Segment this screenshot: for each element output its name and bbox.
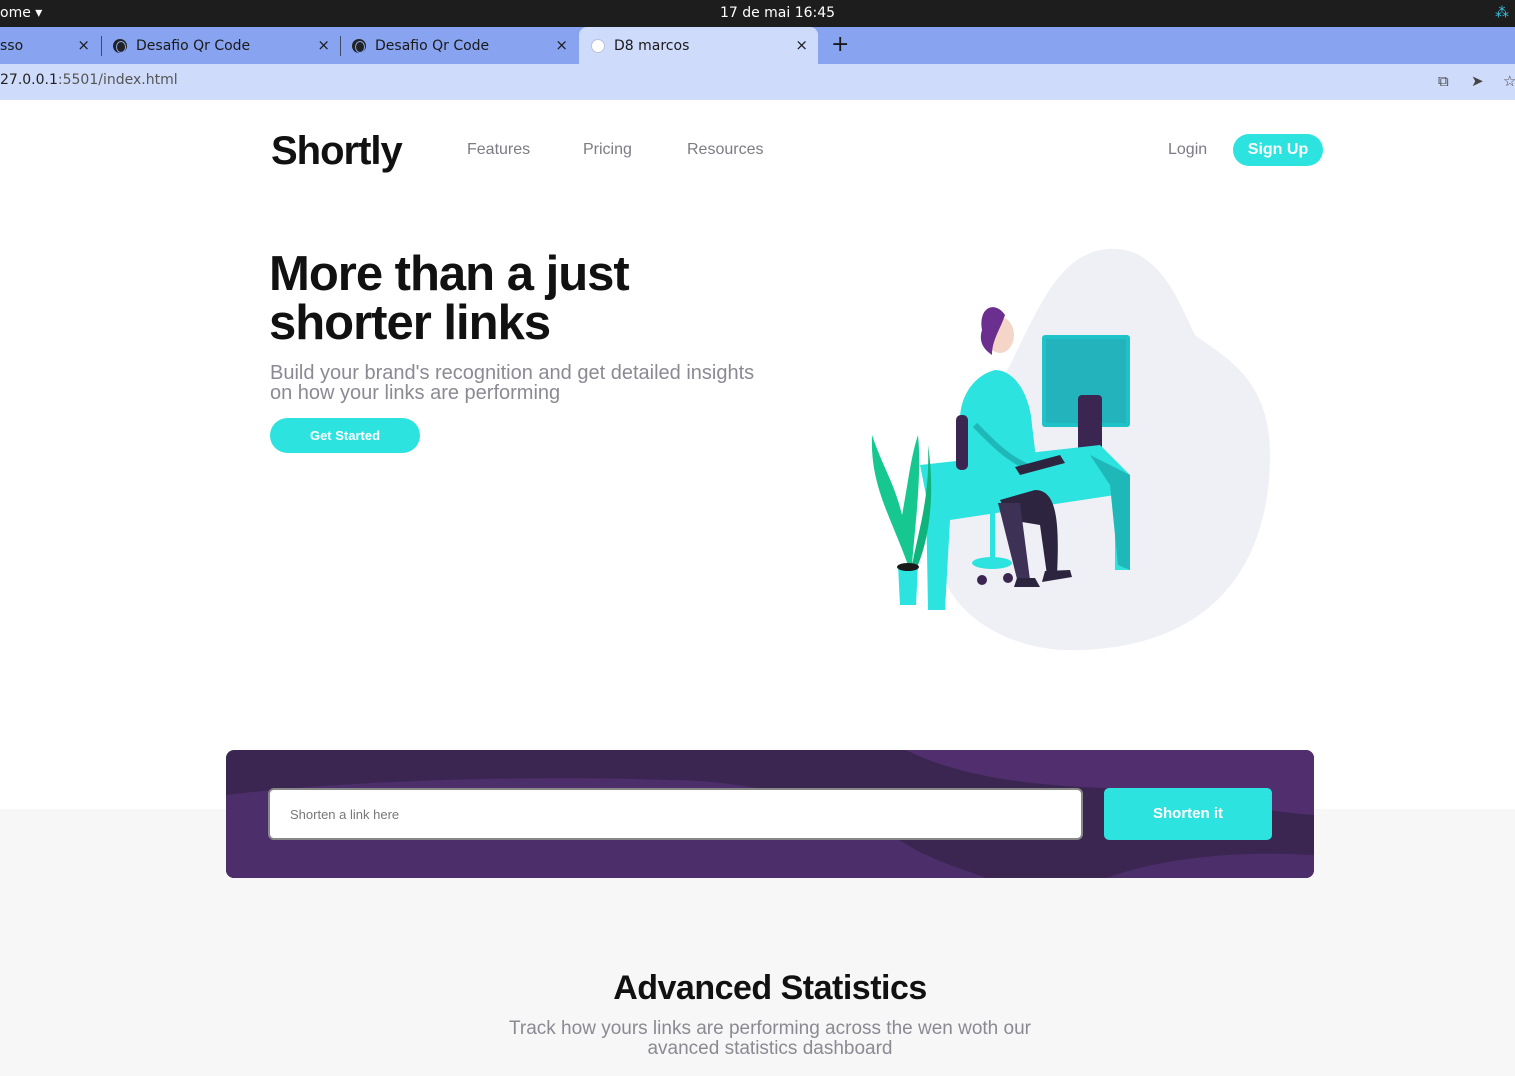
translate-icon[interactable]: ⧉ <box>1438 72 1449 90</box>
send-icon[interactable]: ➤ <box>1471 72 1484 90</box>
tab-label: D8 marcos <box>614 37 690 54</box>
tab-1[interactable]: sso × <box>0 27 100 64</box>
globe-icon <box>113 38 127 53</box>
site-logo[interactable]: Shortly <box>271 129 403 174</box>
tab-label: Desafio Qr Code <box>375 37 490 54</box>
network-icon[interactable]: ⁂ <box>1495 5 1509 21</box>
tab-separator <box>340 36 341 56</box>
close-icon[interactable]: × <box>77 36 90 54</box>
nav-features[interactable]: Features <box>467 141 530 159</box>
tab-separator <box>101 36 102 56</box>
signup-button[interactable]: Sign Up <box>1233 134 1323 166</box>
tab-label: Desafio Qr Code <box>136 37 251 54</box>
new-tab-button[interactable]: + <box>831 32 849 57</box>
stats-title: Advanced Statistics <box>613 969 927 1007</box>
url-host: 27.0.0.1 <box>0 72 58 88</box>
shorten-panel: Shorten it <box>226 750 1314 878</box>
close-icon[interactable]: × <box>795 36 808 54</box>
tab-2[interactable]: Desafio Qr Code × <box>104 27 340 64</box>
os-clock[interactable]: 17 de mai 16:45 <box>0 5 1515 21</box>
tab-strip: sso × Desafio Qr Code × Desafio Qr Code … <box>0 27 1515 64</box>
tab-active[interactable]: D8 marcos × <box>579 27 818 64</box>
page-favicon-icon <box>591 38 605 53</box>
nav-resources[interactable]: Resources <box>687 141 763 159</box>
address-bar: 27.0.0.1:5501/index.html ⧉ ➤ ☆ <box>0 64 1515 96</box>
get-started-button[interactable]: Get Started <box>270 418 420 453</box>
url-path: :5501/index.html <box>57 72 178 88</box>
stats-subtitle: Track how yours links are performing acr… <box>508 1018 1031 1059</box>
tab-3[interactable]: Desafio Qr Code × <box>343 27 578 64</box>
hero-title: More than a just shorter links <box>269 247 630 350</box>
bookmark-star-icon[interactable]: ☆ <box>1503 72 1515 90</box>
url-field[interactable]: 27.0.0.1:5501/index.html <box>0 68 1432 92</box>
working-illustration <box>871 248 1270 651</box>
tab-label: sso <box>0 37 24 54</box>
close-icon[interactable]: × <box>317 36 330 54</box>
shorten-url-input[interactable] <box>268 788 1083 840</box>
login-link[interactable]: Login <box>1168 141 1207 159</box>
shorten-button[interactable]: Shorten it <box>1104 788 1272 840</box>
os-top-bar: ome ▾ 17 de mai 16:45 ⁂ <box>0 0 1515 27</box>
page-content: Shortly Features Pricing Resources Login… <box>0 100 1515 1076</box>
hero-subtitle: Build your brand's recognition and get d… <box>270 362 755 404</box>
close-icon[interactable]: × <box>555 36 568 54</box>
nav-pricing[interactable]: Pricing <box>583 141 632 159</box>
globe-icon <box>352 38 366 53</box>
